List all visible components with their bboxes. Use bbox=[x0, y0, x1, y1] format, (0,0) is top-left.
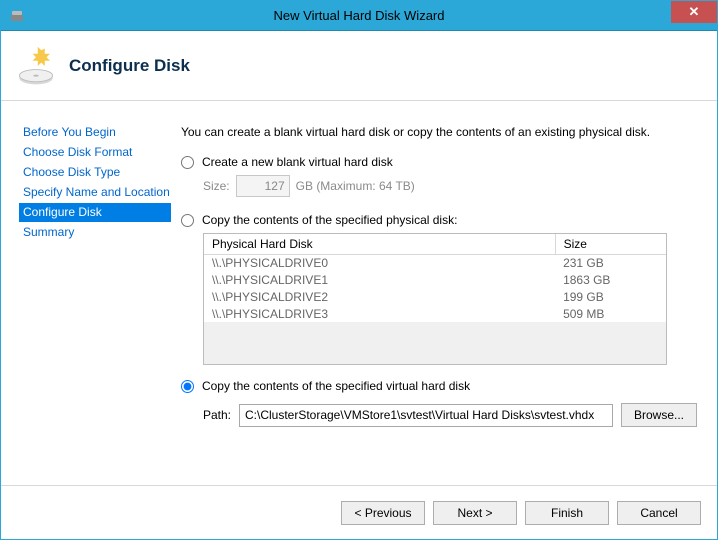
sidebar-item-before-you-begin[interactable]: Before You Begin bbox=[19, 123, 171, 142]
option-create-blank-label: Create a new blank virtual hard disk bbox=[202, 155, 393, 169]
browse-button[interactable]: Browse... bbox=[621, 403, 697, 427]
close-icon: ✕ bbox=[689, 4, 700, 20]
disk-icon bbox=[15, 45, 57, 87]
previous-button[interactable]: < Previous bbox=[341, 501, 425, 525]
cell-size: 231 GB bbox=[555, 254, 666, 271]
table-row[interactable]: \\.\PHYSICALDRIVE0 231 GB bbox=[204, 254, 666, 271]
radio-copy-virtual[interactable] bbox=[181, 380, 194, 393]
wizard-body: Before You Begin Choose Disk Format Choo… bbox=[1, 101, 717, 485]
window-title: New Virtual Hard Disk Wizard bbox=[1, 8, 717, 23]
option-copy-physical[interactable]: Copy the contents of the specified physi… bbox=[181, 213, 697, 227]
option-copy-virtual-label: Copy the contents of the specified virtu… bbox=[202, 379, 470, 393]
path-row: Path: Browse... bbox=[203, 403, 697, 427]
sidebar-item-configure-disk[interactable]: Configure Disk bbox=[19, 203, 171, 222]
size-row: Size: GB (Maximum: 64 TB) bbox=[203, 175, 697, 197]
option-copy-virtual[interactable]: Copy the contents of the specified virtu… bbox=[181, 379, 697, 393]
cell-disk: \\.\PHYSICALDRIVE2 bbox=[204, 288, 555, 305]
col-header-disk[interactable]: Physical Hard Disk bbox=[204, 234, 555, 254]
sidebar-item-choose-disk-format[interactable]: Choose Disk Format bbox=[19, 143, 171, 162]
option-copy-physical-label: Copy the contents of the specified physi… bbox=[202, 213, 457, 227]
table-row[interactable]: \\.\PHYSICALDRIVE3 509 MB bbox=[204, 305, 666, 322]
size-label: Size: bbox=[203, 179, 230, 193]
wizard-header: Configure Disk bbox=[1, 31, 717, 101]
path-input[interactable] bbox=[239, 404, 613, 427]
physical-disk-table[interactable]: Physical Hard Disk Size \\.\PHYSICALDRIV… bbox=[204, 234, 666, 322]
cell-size: 1863 GB bbox=[555, 271, 666, 288]
titlebar: New Virtual Hard Disk Wizard ✕ bbox=[1, 1, 717, 31]
sidebar-item-specify-name-location[interactable]: Specify Name and Location bbox=[19, 183, 171, 202]
close-button[interactable]: ✕ bbox=[671, 1, 717, 23]
cell-disk: \\.\PHYSICALDRIVE1 bbox=[204, 271, 555, 288]
col-header-size[interactable]: Size bbox=[555, 234, 666, 254]
wizard-content: You can create a blank virtual hard disk… bbox=[171, 101, 717, 485]
cell-disk: \\.\PHYSICALDRIVE0 bbox=[204, 254, 555, 271]
cancel-button[interactable]: Cancel bbox=[617, 501, 701, 525]
finish-button[interactable]: Finish bbox=[525, 501, 609, 525]
sidebar-item-summary[interactable]: Summary bbox=[19, 223, 171, 242]
size-suffix: GB (Maximum: 64 TB) bbox=[296, 179, 415, 193]
next-button[interactable]: Next > bbox=[433, 501, 517, 525]
cell-size: 509 MB bbox=[555, 305, 666, 322]
option-create-blank[interactable]: Create a new blank virtual hard disk bbox=[181, 155, 697, 169]
radio-copy-physical[interactable] bbox=[181, 214, 194, 227]
wizard-sidebar: Before You Begin Choose Disk Format Choo… bbox=[1, 101, 171, 485]
cell-size: 199 GB bbox=[555, 288, 666, 305]
size-input bbox=[236, 175, 290, 197]
radio-create-blank[interactable] bbox=[181, 156, 194, 169]
sidebar-item-choose-disk-type[interactable]: Choose Disk Type bbox=[19, 163, 171, 182]
cell-disk: \\.\PHYSICALDRIVE3 bbox=[204, 305, 555, 322]
physical-disk-table-wrap: Physical Hard Disk Size \\.\PHYSICALDRIV… bbox=[203, 233, 667, 365]
page-title: Configure Disk bbox=[69, 56, 190, 76]
table-row[interactable]: \\.\PHYSICALDRIVE1 1863 GB bbox=[204, 271, 666, 288]
table-row[interactable]: \\.\PHYSICALDRIVE2 199 GB bbox=[204, 288, 666, 305]
content-description: You can create a blank virtual hard disk… bbox=[181, 125, 697, 139]
wizard-window: New Virtual Hard Disk Wizard ✕ Configure… bbox=[0, 0, 718, 540]
wizard-footer: < Previous Next > Finish Cancel bbox=[1, 485, 717, 539]
path-label: Path: bbox=[203, 408, 231, 422]
